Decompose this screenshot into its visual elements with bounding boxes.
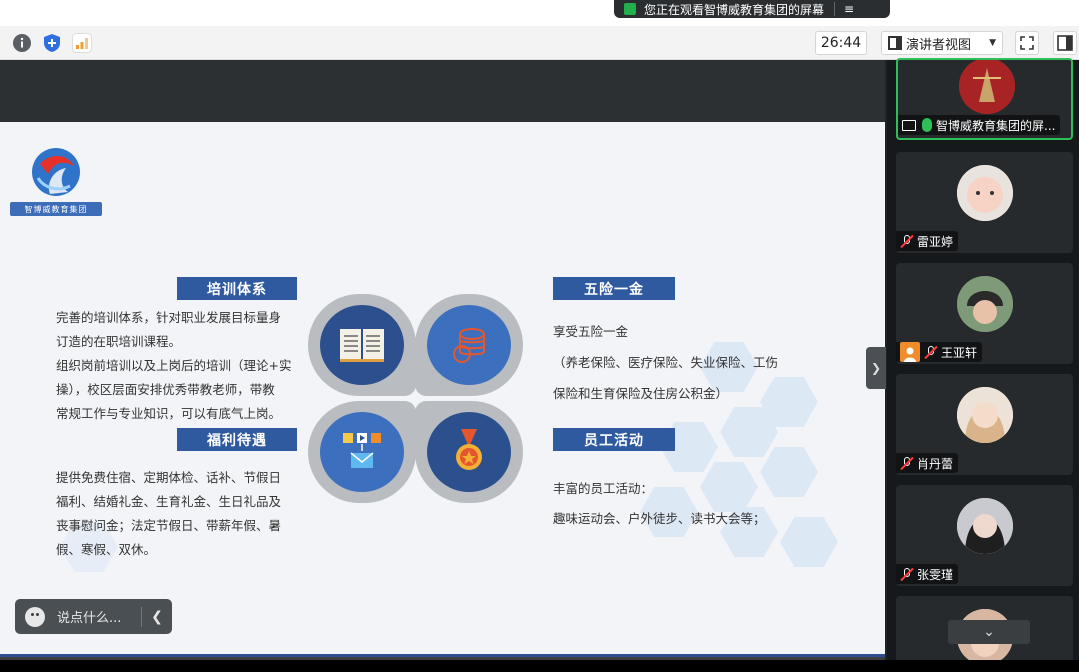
text-line: 丧事慰问金；法定节假日、带薪年假、暑 — [56, 518, 282, 533]
participant-nametag: 智博威教育集团的屏... — [898, 115, 1061, 135]
medal-icon — [456, 429, 482, 470]
participant-tile[interactable]: 张雯瑾 — [896, 485, 1073, 586]
speaker-view-icon — [888, 36, 902, 50]
text-line: 保险和生育保险及住房公积金） — [553, 386, 729, 401]
activities-text: 丰富的员工活动： 趣味运动会、户外徒步、读书大会等； — [553, 474, 803, 534]
text-line: 丰富的员工活动： — [553, 481, 654, 496]
sharing-indicator-icon — [624, 3, 636, 15]
screen-share-icon — [902, 119, 916, 131]
training-heading: 培训体系 — [177, 277, 297, 300]
text-line: 操），校区层面安排优秀带教老师，带教 — [56, 382, 275, 397]
avatar — [957, 276, 1013, 332]
bottom-edge — [0, 660, 1079, 672]
coin-stack-icon — [453, 328, 485, 363]
participant-tile[interactable]: 智博威教育集团的屏... — [896, 58, 1073, 140]
participant-nametag: 肖丹蕾 — [896, 453, 959, 473]
participant-name: 雷亚婷 — [917, 234, 954, 249]
avatar — [959, 60, 1015, 114]
avatar — [957, 387, 1013, 443]
mic-muted-icon — [900, 456, 914, 471]
text-line: 提供免费住宿、定期体检、话补、节假日 — [56, 470, 282, 485]
text-line: 订造的在职培训课程。 — [56, 334, 182, 349]
participant-nametag: 张雯瑾 — [896, 564, 959, 584]
media-mail-icon — [343, 433, 381, 468]
meeting-toolbar: 26:44 演讲者视图 ▼ — [0, 26, 1079, 60]
participant-name: 肖丹蕾 — [917, 456, 954, 471]
fullscreen-icon — [1020, 36, 1034, 50]
welfare-heading: 福利待遇 — [177, 428, 297, 451]
participant-tile[interactable]: 雷亚婷 — [896, 152, 1073, 253]
chevron-left-icon[interactable]: ❮ — [142, 609, 172, 625]
text-line: 趣味运动会、户外徒步、读书大会等； — [553, 511, 766, 526]
screen-share-banner[interactable]: 您正在观看智博威教育集团的屏幕 ≡ — [614, 0, 890, 18]
mic-muted-icon — [900, 567, 914, 582]
participant-name: 智博威教育集团的屏... — [936, 118, 1056, 133]
participant-tile[interactable]: 王亚轩 — [896, 263, 1073, 364]
emoji-icon[interactable] — [25, 606, 45, 627]
activities-heading: 员工活动 — [553, 428, 675, 451]
mic-muted-icon — [924, 345, 938, 360]
participant-nametag: 王亚轩 — [896, 342, 983, 362]
text-line: 完善的培训体系，针对职业发展目标量身 — [56, 310, 282, 325]
avatar — [957, 165, 1013, 221]
view-mode-label: 演讲者视图 — [906, 37, 972, 53]
stage-top-bar — [0, 60, 885, 122]
participant-nametag: 雷亚婷 — [896, 231, 959, 251]
mic-on-icon — [922, 118, 932, 132]
text-line: 假、寒假、双休。 — [56, 542, 157, 557]
sidebar-toggle-button[interactable] — [1053, 31, 1077, 55]
book-icon — [340, 329, 384, 362]
insurance-heading: 五险一金 — [553, 277, 675, 300]
petal-top-right — [415, 294, 523, 396]
info-icon[interactable] — [12, 33, 32, 53]
shared-slide: 智博威教育集团 培训体系 完善的培训体系，针对职业发展目标量身 订造的在职培训课… — [0, 122, 885, 654]
logo-text: 智博威教育集团 — [10, 202, 102, 216]
participant-tile[interactable]: 肖丹蕾 — [896, 374, 1073, 475]
user-icon — [900, 342, 920, 362]
shield-icon[interactable] — [42, 33, 62, 53]
view-mode-dropdown[interactable]: 演讲者视图 ▼ — [881, 31, 1003, 55]
chat-placeholder[interactable]: 说点什么... — [57, 607, 121, 626]
training-text: 完善的培训体系，针对职业发展目标量身 订造的在职培训课程。 组织岗前培训以及上岗… — [56, 306, 306, 426]
menu-lines-icon[interactable]: ≡ — [835, 2, 863, 16]
fullscreen-button[interactable] — [1015, 31, 1039, 55]
signal-bars-icon[interactable] — [72, 33, 92, 53]
meeting-window: 您正在观看智博威教育集团的屏幕 ≡ 26:44 演讲者视图 ▼ 智博威教育集团 … — [0, 0, 1079, 672]
share-banner-text: 您正在观看智博威教育集团的屏幕 — [644, 2, 825, 17]
petal-bottom-left — [308, 401, 416, 503]
petal-bottom-right — [415, 401, 523, 503]
chevron-down-icon: ⌄ — [983, 624, 995, 640]
welfare-text: 提供免费住宿、定期体检、话补、节假日 福利、结婚礼金、生育礼金、生日礼品及 丧事… — [56, 466, 306, 562]
text-line: （养老保险、医疗保险、失业保险、工伤 — [553, 355, 779, 370]
text-line: 享受五险一金 — [553, 324, 629, 339]
panel-collapse-handle[interactable]: ❯ — [866, 347, 886, 389]
insurance-text: 享受五险一金 （养老保险、医疗保险、失业保险、工伤 保险和生育保险及住房公积金） — [553, 316, 803, 409]
meeting-timer: 26:44 — [815, 31, 867, 55]
chat-input-bar[interactable]: 说点什么... ❮ — [15, 599, 172, 634]
text-line: 组织岗前培训以及上岗后的培训（理论+实 — [56, 358, 292, 373]
petal-top-left — [308, 294, 416, 396]
presentation-stage: 智博威教育集团 培训体系 完善的培训体系，针对职业发展目标量身 订造的在职培训课… — [0, 60, 885, 672]
mic-muted-icon — [900, 234, 914, 249]
participants-panel: 智博威教育集团的屏... 雷亚婷 王亚轩 肖丹蕾 张雯瑾 — [887, 58, 1079, 672]
avatar — [957, 498, 1013, 554]
text-line: 福利、结婚礼金、生育礼金、生日礼品及 — [56, 494, 282, 509]
sidebar-toggle-icon — [1057, 35, 1073, 51]
participant-name: 王亚轩 — [941, 345, 978, 360]
chevron-right-icon: ❯ — [870, 361, 882, 375]
text-line: 常规工作与专业知识，可以有底气上岗。 — [56, 406, 282, 421]
top-strip — [0, 0, 1079, 26]
participant-name: 张雯瑾 — [917, 567, 954, 582]
chevron-down-icon: ▼ — [989, 38, 996, 48]
scroll-down-button[interactable]: ⌄ — [948, 620, 1030, 644]
